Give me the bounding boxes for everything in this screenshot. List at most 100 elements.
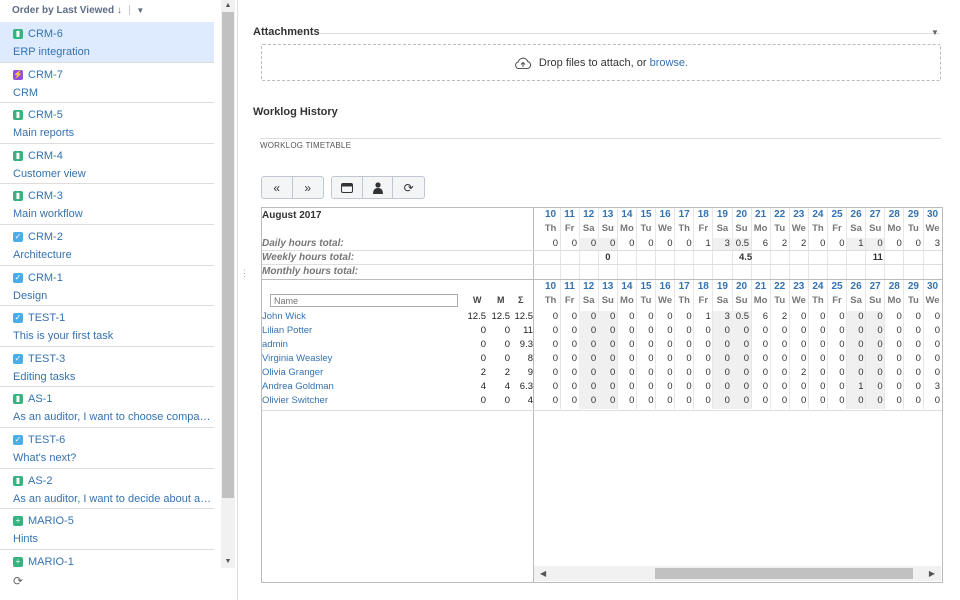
refresh-icon[interactable]: ⟳ [13,574,23,588]
issue-summary[interactable]: Main reports [13,127,213,139]
issue-summary[interactable]: As an auditor, I want to decide about au… [13,493,213,505]
chevron-down-icon[interactable]: ▼ [931,28,939,37]
issue-item[interactable]: ✓ CRM-2 Architecture [0,225,214,266]
day-weekday: Su [735,223,748,234]
issue-key[interactable]: CRM-4 [28,150,63,162]
person-day-hours: 0 [705,353,711,364]
person-day-hours: 0 [846,311,866,325]
issue-item[interactable]: ✓ CRM-1 Design [0,266,214,307]
person-day-hours: 0 [934,353,940,364]
person-week-hours: 2 [480,367,486,378]
issue-item[interactable]: + MARIO-1 [0,550,214,568]
issue-key[interactable]: TEST-3 [28,353,65,365]
issue-key[interactable]: AS-2 [28,475,52,487]
issue-key[interactable]: CRM-6 [28,28,63,40]
person-name-link[interactable]: John Wick [262,311,306,322]
refresh-button[interactable]: ⟳ [393,177,424,198]
next-period-button[interactable]: » [293,177,323,198]
horizontal-scrollbar[interactable]: ◀ ▶ [534,566,941,581]
day-weekday: Tu [640,223,652,234]
day-number: 27 [869,209,881,220]
day-weekday: Th [678,223,690,234]
scroll-right-arrow-icon[interactable]: ▶ [929,566,935,581]
issue-item[interactable]: ▮ AS-2 As an auditor, I want to decide abo… [0,469,214,510]
sort-direction-icon[interactable]: ↓ [117,5,122,16]
user-icon [372,181,383,194]
daily-total-value: 0 [667,238,673,249]
day-number: 24 [812,209,824,220]
order-by-control[interactable]: Order by Last Viewed ↓ ▼ [0,0,214,22]
issue-summary[interactable]: Design [13,290,213,302]
issue-item[interactable]: ✓ TEST-6 What's next? [0,428,214,469]
issue-summary[interactable]: Architecture [13,249,213,261]
issue-summary[interactable]: ERP integration [13,46,213,58]
issue-key[interactable]: CRM-5 [28,109,63,121]
person-name-link[interactable]: Lilian Potter [262,325,312,336]
issue-key[interactable]: CRM-3 [28,190,63,202]
person-day-hours: 0 [648,353,654,364]
person-day-hours: 0 [667,325,673,336]
day-number: 12 [583,209,595,220]
order-label[interactable]: Order by Last Viewed [12,5,114,16]
person-day-hours: 0 [705,339,711,350]
scroll-up-arrow-icon[interactable]: ▲ [221,0,235,12]
person-name-link[interactable]: Olivier Switcher [262,395,328,406]
prev-period-button[interactable]: « [262,177,293,198]
person-name-link[interactable]: admin [262,339,288,350]
row-divider [534,279,942,280]
daily-total-value: 0 [915,238,921,249]
issue-item[interactable]: ▮ CRM-6 ERP integration [0,22,214,63]
day-weekday: Su [601,223,614,234]
day-weekday: Su [869,223,882,234]
person-day-hours: 0 [896,381,902,392]
issue-item[interactable]: ✓ TEST-3 Editing tasks [0,347,214,388]
user-button[interactable] [363,177,394,198]
issue-item[interactable]: ⚡ CRM-7 CRM [0,63,214,104]
issue-summary[interactable]: Editing tasks [13,371,213,383]
issue-item[interactable]: ▮ CRM-4 Customer view [0,144,214,185]
person-day-hours: 0 [820,353,826,364]
issue-key[interactable]: MARIO-5 [28,515,74,527]
chevron-down-icon[interactable]: ▼ [136,6,144,15]
person-name-link[interactable]: Andrea Goldman [262,381,334,392]
person-name-link[interactable]: Virginia Weasley [262,353,332,364]
day-weekday: We [791,295,806,306]
browse-link[interactable]: browse. [650,57,689,69]
issue-summary[interactable]: Main workflow [13,208,213,220]
person-day-hours: 0 [896,339,902,350]
issue-key[interactable]: CRM-2 [28,231,63,243]
issue-key[interactable]: CRM-1 [28,272,63,284]
horizontal-scroll-thumb[interactable] [655,568,913,579]
issue-item[interactable]: ▮ CRM-3 Main workflow [0,184,214,225]
scroll-thumb[interactable] [222,12,234,498]
person-name-link[interactable]: Olivia Granger [262,367,323,378]
issue-summary[interactable]: As an auditor, I want to choose company.… [13,411,213,423]
issue-summary[interactable]: Customer view [13,168,213,180]
issue-item[interactable]: ▮ AS-1 As an auditor, I want to choose com… [0,387,214,428]
name-filter-input[interactable] [270,294,458,307]
issue-summary[interactable]: What's next? [13,452,213,464]
monthly-total-label: Monthly hours total: [262,266,359,277]
issue-key[interactable]: CRM-7 [28,69,63,81]
issue-item[interactable]: ✓ TEST-1 This is your first task [0,306,214,347]
calendar-button[interactable] [332,177,363,198]
day-weekday: Tu [774,295,786,306]
sidebar-scrollbar[interactable]: ▲ ▼ [221,0,235,568]
issue-item[interactable]: ▮ CRM-5 Main reports [0,103,214,144]
issue-key[interactable]: AS-1 [28,393,52,405]
issue-summary[interactable]: Hints [13,533,213,545]
issue-key[interactable]: MARIO-1 [28,556,74,568]
issue-key[interactable]: TEST-6 [28,434,65,446]
day-weekday: Fr [564,223,575,234]
issue-summary[interactable]: This is your first task [13,330,213,342]
person-day-hours: 0 [686,353,692,364]
row-divider [262,279,534,280]
scroll-down-arrow-icon[interactable]: ▼ [221,556,235,568]
day-weekday: Th [544,295,557,306]
issue-item[interactable]: + MARIO-5 Hints [0,509,214,550]
scroll-left-arrow-icon[interactable]: ◀ [540,566,546,581]
day-weekday: Mo [753,223,768,234]
issue-summary[interactable]: CRM [13,87,213,99]
attachment-dropzone[interactable]: Drop files to attach, or browse. [261,44,941,81]
issue-key[interactable]: TEST-1 [28,312,65,324]
